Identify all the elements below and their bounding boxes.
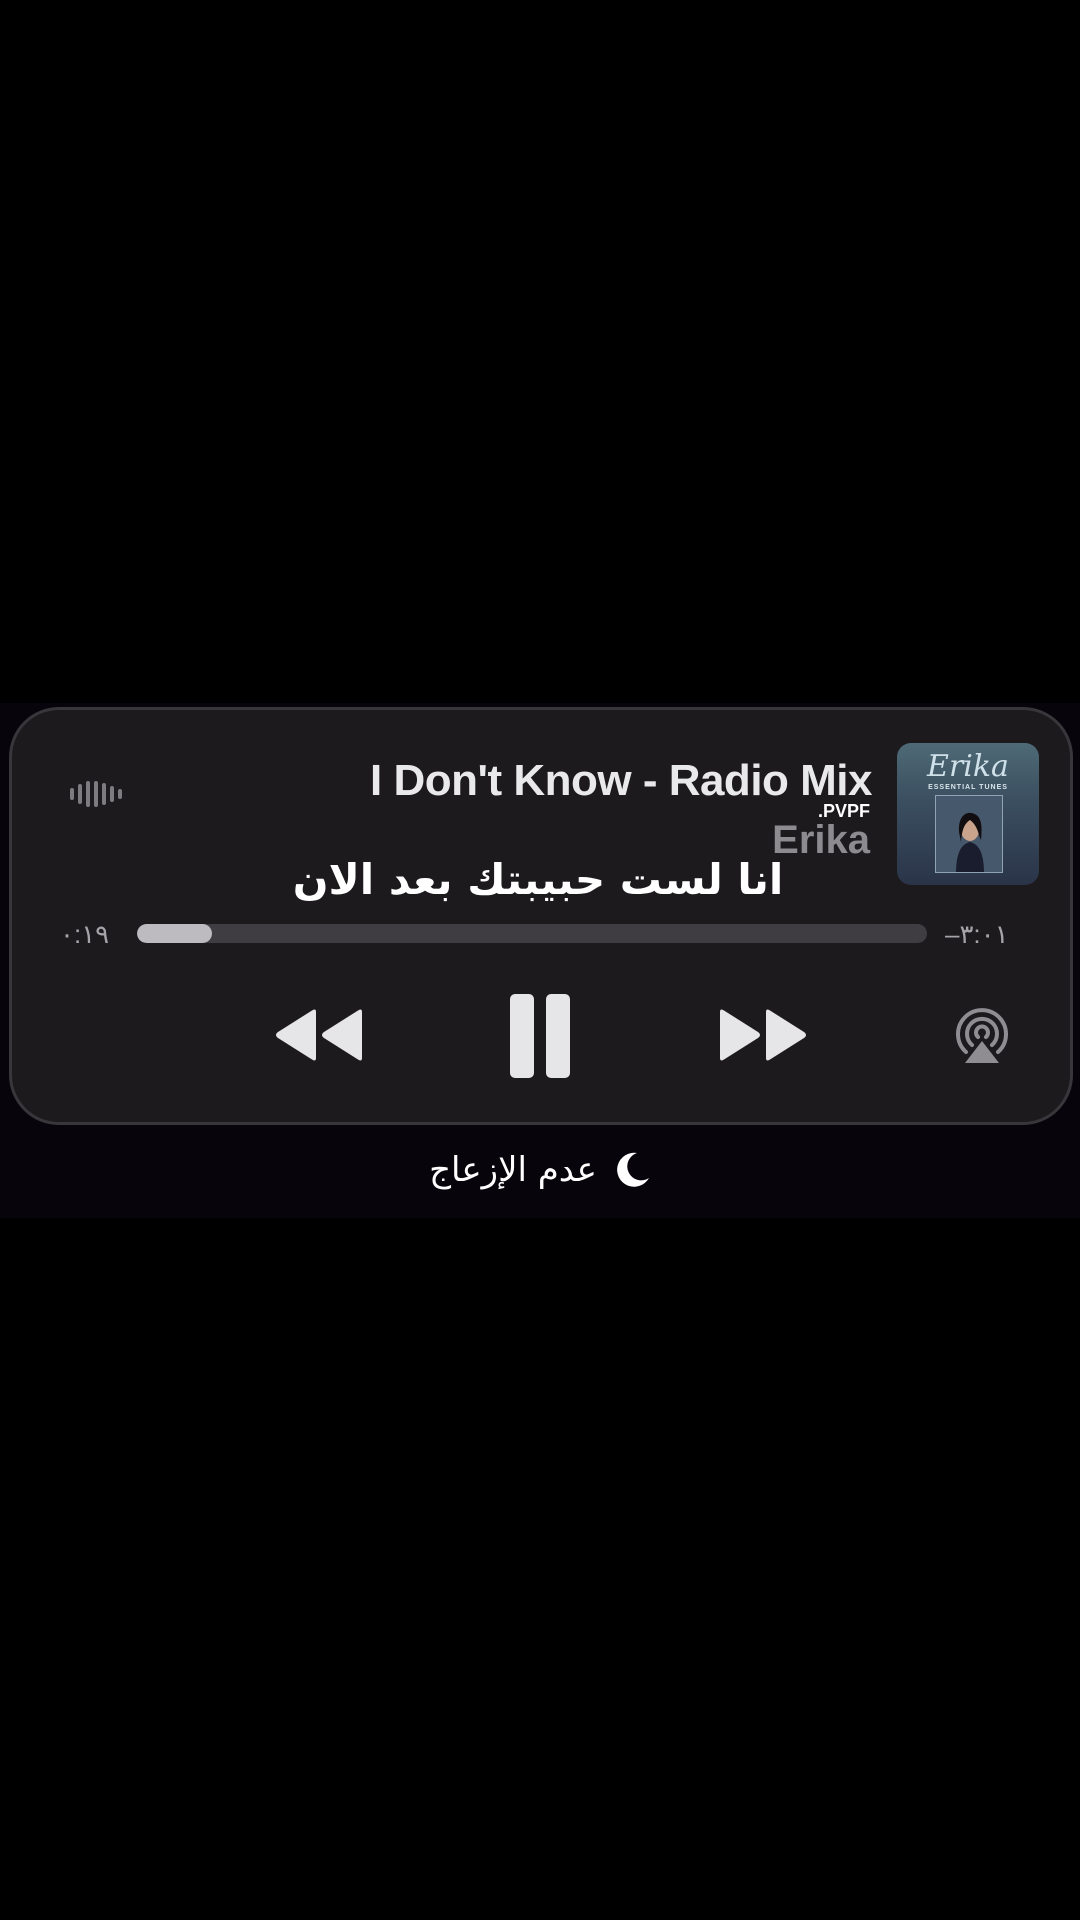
do-not-disturb-status: عدم الإزعاج xyxy=(0,1150,1080,1190)
fast-forward-icon[interactable] xyxy=(718,1008,810,1062)
artwork-subtitle: ESSENTIAL TUNES xyxy=(928,784,1008,791)
rewind-icon[interactable] xyxy=(272,1008,364,1062)
lyrics-subtitle: انا لست حبيبتك بعد الان xyxy=(292,855,784,904)
track-title: I Don't Know - Radio Mix xyxy=(370,756,872,805)
do-not-disturb-label: عدم الإزعاج xyxy=(429,1150,597,1190)
elapsed-time: ٠:١٩ xyxy=(60,919,110,949)
airplay-icon[interactable] xyxy=(953,1008,1011,1064)
pause-icon[interactable] xyxy=(508,994,572,1078)
remaining-time: –٣:٠١ xyxy=(945,919,1009,949)
progress-bar[interactable] xyxy=(137,924,927,943)
progress-fill xyxy=(137,924,213,943)
artwork-title: Erika xyxy=(927,749,1009,784)
moon-icon xyxy=(617,1152,649,1187)
waveform-icon xyxy=(70,781,122,807)
